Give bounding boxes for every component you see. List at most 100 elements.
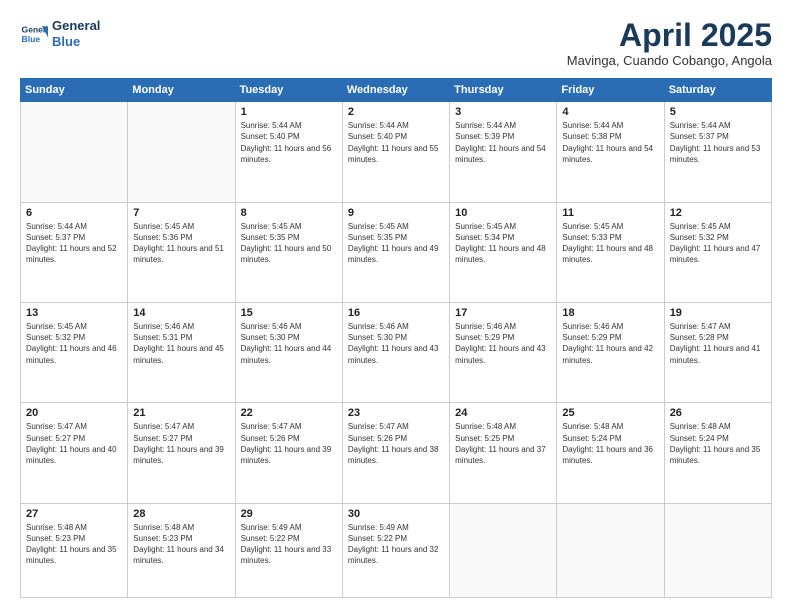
logo-icon: General Blue <box>20 20 48 48</box>
week-row-1: 6 Sunrise: 5:44 AM Sunset: 5:37 PM Daylig… <box>21 202 772 302</box>
week-row-0: 1 Sunrise: 5:44 AM Sunset: 5:40 PM Daylig… <box>21 102 772 202</box>
day-number: 2 <box>348 106 444 118</box>
day-info: Sunrise: 5:45 AM Sunset: 5:35 PM Dayligh… <box>241 221 337 266</box>
day-info: Sunrise: 5:47 AM Sunset: 5:27 PM Dayligh… <box>26 421 122 466</box>
header-saturday: Saturday <box>664 79 771 102</box>
day-number: 19 <box>670 307 766 319</box>
day-number: 28 <box>133 508 229 520</box>
day-info: Sunrise: 5:47 AM Sunset: 5:26 PM Dayligh… <box>348 421 444 466</box>
calendar-cell: 29Sunrise: 5:49 AM Sunset: 5:22 PM Dayli… <box>235 503 342 597</box>
calendar-cell: 19 Sunrise: 5:47 AM Sunset: 5:28 PM Dayli… <box>664 303 771 403</box>
calendar-cell <box>128 102 235 202</box>
calendar-cell: 1 Sunrise: 5:44 AM Sunset: 5:40 PM Daylig… <box>235 102 342 202</box>
day-info: Sunrise: 5:44 AM Sunset: 5:40 PM Dayligh… <box>348 120 444 165</box>
day-info: Sunrise: 5:48 AM Sunset: 5:24 PM Dayligh… <box>670 421 766 466</box>
header-wednesday: Wednesday <box>342 79 449 102</box>
calendar-cell: 2 Sunrise: 5:44 AM Sunset: 5:40 PM Daylig… <box>342 102 449 202</box>
header: General Blue General Blue April 2025 Mav… <box>20 18 772 68</box>
day-number: 15 <box>241 307 337 319</box>
day-number: 1 <box>241 106 337 118</box>
day-number: 18 <box>562 307 658 319</box>
day-info: Sunrise: 5:44 AM Sunset: 5:39 PM Dayligh… <box>455 120 551 165</box>
calendar-cell: 27Sunrise: 5:48 AM Sunset: 5:23 PM Dayli… <box>21 503 128 597</box>
day-info: Sunrise: 5:46 AM Sunset: 5:31 PM Dayligh… <box>133 321 229 366</box>
day-number: 25 <box>562 407 658 419</box>
day-number: 10 <box>455 207 551 219</box>
day-number: 8 <box>241 207 337 219</box>
page: General Blue General Blue April 2025 Mav… <box>0 0 792 612</box>
calendar-cell: 15Sunrise: 5:46 AM Sunset: 5:30 PM Dayli… <box>235 303 342 403</box>
calendar-cell: 5 Sunrise: 5:44 AM Sunset: 5:37 PM Daylig… <box>664 102 771 202</box>
calendar-cell: 25 Sunrise: 5:48 AM Sunset: 5:24 PM Dayli… <box>557 403 664 503</box>
calendar-cell: 21 Sunrise: 5:47 AM Sunset: 5:27 PM Dayli… <box>128 403 235 503</box>
day-number: 6 <box>26 207 122 219</box>
header-monday: Monday <box>128 79 235 102</box>
calendar-cell <box>557 503 664 597</box>
day-info: Sunrise: 5:45 AM Sunset: 5:32 PM Dayligh… <box>670 221 766 266</box>
calendar-table: Sunday Monday Tuesday Wednesday Thursday… <box>20 78 772 598</box>
day-number: 13 <box>26 307 122 319</box>
day-info: Sunrise: 5:49 AM Sunset: 5:22 PM Dayligh… <box>348 522 444 567</box>
day-info: Sunrise: 5:45 AM Sunset: 5:34 PM Dayligh… <box>455 221 551 266</box>
day-info: Sunrise: 5:45 AM Sunset: 5:36 PM Dayligh… <box>133 221 229 266</box>
week-row-4: 27Sunrise: 5:48 AM Sunset: 5:23 PM Dayli… <box>21 503 772 597</box>
title-block: April 2025 Mavinga, Cuando Cobango, Ango… <box>567 18 772 68</box>
header-tuesday: Tuesday <box>235 79 342 102</box>
calendar-cell: 28Sunrise: 5:48 AM Sunset: 5:23 PM Dayli… <box>128 503 235 597</box>
day-number: 24 <box>455 407 551 419</box>
day-number: 29 <box>241 508 337 520</box>
calendar-cell: 10 Sunrise: 5:45 AM Sunset: 5:34 PM Dayli… <box>450 202 557 302</box>
week-row-2: 13 Sunrise: 5:45 AM Sunset: 5:32 PM Dayli… <box>21 303 772 403</box>
calendar-cell <box>21 102 128 202</box>
day-info: Sunrise: 5:46 AM Sunset: 5:29 PM Dayligh… <box>562 321 658 366</box>
day-info: Sunrise: 5:48 AM Sunset: 5:24 PM Dayligh… <box>562 421 658 466</box>
calendar-cell <box>664 503 771 597</box>
header-sunday: Sunday <box>21 79 128 102</box>
day-info: Sunrise: 5:47 AM Sunset: 5:27 PM Dayligh… <box>133 421 229 466</box>
day-number: 23 <box>348 407 444 419</box>
day-info: Sunrise: 5:45 AM Sunset: 5:32 PM Dayligh… <box>26 321 122 366</box>
logo-text-line2: Blue <box>52 34 100 50</box>
calendar-cell: 26Sunrise: 5:48 AM Sunset: 5:24 PM Dayli… <box>664 403 771 503</box>
day-info: Sunrise: 5:46 AM Sunset: 5:30 PM Dayligh… <box>348 321 444 366</box>
calendar-cell: 8 Sunrise: 5:45 AM Sunset: 5:35 PM Daylig… <box>235 202 342 302</box>
header-thursday: Thursday <box>450 79 557 102</box>
day-number: 16 <box>348 307 444 319</box>
day-info: Sunrise: 5:47 AM Sunset: 5:28 PM Dayligh… <box>670 321 766 366</box>
weekday-header-row: Sunday Monday Tuesday Wednesday Thursday… <box>21 79 772 102</box>
logo: General Blue General Blue <box>20 18 100 49</box>
day-info: Sunrise: 5:45 AM Sunset: 5:33 PM Dayligh… <box>562 221 658 266</box>
day-number: 14 <box>133 307 229 319</box>
calendar-cell: 24Sunrise: 5:48 AM Sunset: 5:25 PM Dayli… <box>450 403 557 503</box>
calendar-cell: 22Sunrise: 5:47 AM Sunset: 5:26 PM Dayli… <box>235 403 342 503</box>
day-info: Sunrise: 5:44 AM Sunset: 5:37 PM Dayligh… <box>670 120 766 165</box>
calendar-cell: 23 Sunrise: 5:47 AM Sunset: 5:26 PM Dayli… <box>342 403 449 503</box>
calendar-cell: 6 Sunrise: 5:44 AM Sunset: 5:37 PM Daylig… <box>21 202 128 302</box>
day-number: 9 <box>348 207 444 219</box>
day-info: Sunrise: 5:47 AM Sunset: 5:26 PM Dayligh… <box>241 421 337 466</box>
day-info: Sunrise: 5:44 AM Sunset: 5:40 PM Dayligh… <box>241 120 337 165</box>
day-number: 5 <box>670 106 766 118</box>
calendar-cell: 18 Sunrise: 5:46 AM Sunset: 5:29 PM Dayli… <box>557 303 664 403</box>
location-subtitle: Mavinga, Cuando Cobango, Angola <box>567 53 772 68</box>
calendar-cell: 9Sunrise: 5:45 AM Sunset: 5:35 PM Daylig… <box>342 202 449 302</box>
day-info: Sunrise: 5:46 AM Sunset: 5:29 PM Dayligh… <box>455 321 551 366</box>
svg-text:Blue: Blue <box>22 33 41 43</box>
day-number: 20 <box>26 407 122 419</box>
calendar-cell: 13 Sunrise: 5:45 AM Sunset: 5:32 PM Dayli… <box>21 303 128 403</box>
calendar-cell <box>450 503 557 597</box>
calendar-cell: 12Sunrise: 5:45 AM Sunset: 5:32 PM Dayli… <box>664 202 771 302</box>
day-info: Sunrise: 5:44 AM Sunset: 5:38 PM Dayligh… <box>562 120 658 165</box>
day-number: 17 <box>455 307 551 319</box>
calendar-cell: 4 Sunrise: 5:44 AM Sunset: 5:38 PM Daylig… <box>557 102 664 202</box>
day-info: Sunrise: 5:48 AM Sunset: 5:23 PM Dayligh… <box>26 522 122 567</box>
day-number: 4 <box>562 106 658 118</box>
logo-text-line1: General <box>52 18 100 34</box>
week-row-3: 20 Sunrise: 5:47 AM Sunset: 5:27 PM Dayli… <box>21 403 772 503</box>
calendar-cell: 3Sunrise: 5:44 AM Sunset: 5:39 PM Daylig… <box>450 102 557 202</box>
month-title: April 2025 <box>567 18 772 53</box>
calendar-cell: 16 Sunrise: 5:46 AM Sunset: 5:30 PM Dayli… <box>342 303 449 403</box>
day-info: Sunrise: 5:44 AM Sunset: 5:37 PM Dayligh… <box>26 221 122 266</box>
calendar-cell: 11Sunrise: 5:45 AM Sunset: 5:33 PM Dayli… <box>557 202 664 302</box>
day-number: 21 <box>133 407 229 419</box>
